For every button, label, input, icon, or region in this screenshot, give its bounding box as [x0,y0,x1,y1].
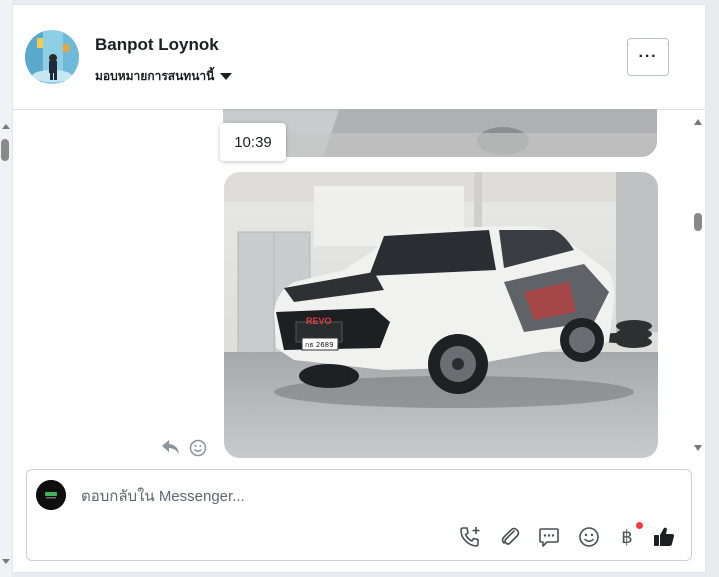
reply-composer: ฿ [26,469,692,561]
page-avatar [36,480,66,510]
contact-name[interactable]: Banpot Loynok [95,35,219,55]
thread-scroll-thumb[interactable] [694,213,702,231]
thread-scrollbar[interactable] [691,109,705,461]
reply-input[interactable] [79,484,643,508]
thread-scroll-up-arrow[interactable] [694,119,702,125]
emoji-icon[interactable] [576,524,602,550]
more-dots-icon: ··· [638,48,658,65]
message-timestamp: 10:39 [220,123,286,161]
conversation-header: Banpot Loynok มอบหมายการสนทนานี้ ··· [13,5,705,110]
thumbs-up-icon[interactable] [651,524,677,550]
caret-down-icon [220,73,233,80]
assign-conversation-dropdown[interactable]: มอบหมายการสนทนานี้ [95,67,233,86]
notification-dot [636,522,643,529]
baht-payment-icon[interactable]: ฿ [614,522,643,550]
assign-label: มอบหมายการสนทนานี้ [95,69,215,83]
scroll-thumb[interactable] [1,139,9,161]
contact-avatar[interactable] [25,30,79,84]
license-plate: กธ 2689 [305,341,334,349]
car-grille-brand: REVO [306,316,332,326]
message-thread[interactable]: 10:39 REVO กธ 2689 [13,109,705,461]
saved-reply-icon[interactable] [536,524,562,550]
conversation-panel: Banpot Loynok มอบหมายการสนทนานี้ ··· 10:… [12,4,706,573]
thread-scroll-down-arrow[interactable] [694,445,702,451]
more-options-button[interactable]: ··· [627,38,669,76]
reply-icon[interactable] [161,439,181,460]
car-photo-message[interactable]: REVO กธ 2689 [224,172,658,458]
outer-scrollbar[interactable] [0,0,12,577]
previous-image-message[interactable] [223,109,657,157]
scroll-up-arrow[interactable] [2,124,10,129]
scroll-down-arrow[interactable] [2,559,10,564]
react-emoji-icon[interactable] [189,439,207,461]
paperclip-icon[interactable] [497,524,523,550]
call-add-icon[interactable] [457,524,483,550]
baht-symbol: ฿ [621,526,633,548]
